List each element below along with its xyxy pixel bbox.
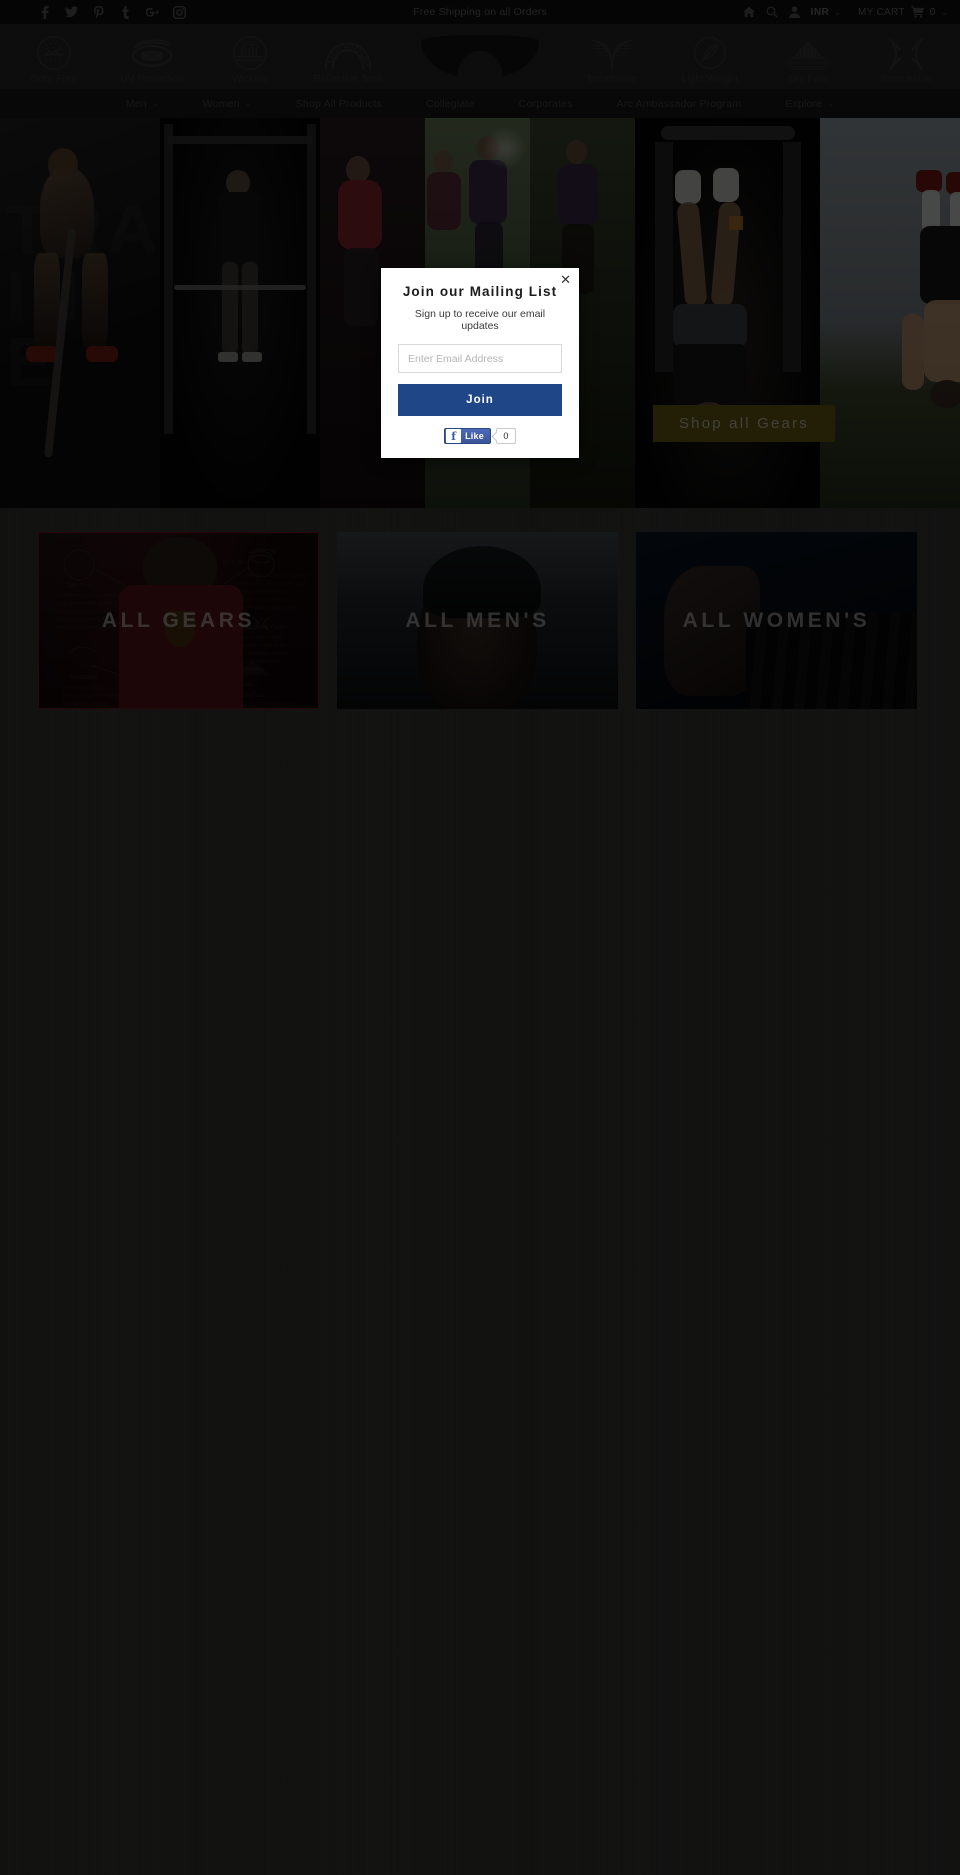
home-icon[interactable] (742, 6, 755, 18)
pinterest-icon[interactable] (92, 5, 105, 19)
feature-uv-protection[interactable]: UPF UV Protection (116, 31, 188, 85)
feature-label: Light Weight (681, 74, 739, 85)
odor-free-icon (36, 31, 72, 71)
cart-button[interactable]: MY CART 0 ⌄ (858, 6, 948, 18)
feature-breathable[interactable]: Breathable (576, 31, 648, 85)
nav-label: Shop All Products (295, 97, 382, 110)
feature-badges-right: Breathable Light Weight Dry Fast Stretch… (576, 31, 942, 85)
facebook-like-button[interactable]: f Like (444, 428, 491, 444)
dry-fast-icon (783, 31, 833, 71)
mailing-list-modal: ✕ Join our Mailing List Sign up to recei… (381, 268, 579, 458)
top-utility-bar: Free Shipping on all Orders INR ⌄ MY CAR… (0, 0, 960, 24)
category-card-all-mens[interactable]: ALL MEN'S (337, 532, 618, 709)
chevron-down-icon: ⌄ (827, 99, 835, 108)
hero-image-handstand (820, 118, 960, 508)
feature-wicking[interactable]: Wicking (214, 31, 286, 85)
twitter-icon[interactable] (65, 6, 78, 19)
top-utility-actions: INR ⌄ MY CART 0 ⌄ (742, 6, 948, 18)
nav-label: Corporates (518, 97, 573, 110)
feature-badges-left: Odor Free UPF UV Protection Wicking Refl… (18, 31, 384, 85)
google-plus-icon[interactable] (146, 6, 159, 19)
nav-item-women[interactable]: Women ⌄ (181, 98, 274, 110)
currency-selector[interactable]: INR ⌄ (811, 7, 841, 18)
facebook-like-count: 0 (495, 428, 516, 444)
nav-label: Men (125, 97, 147, 110)
currency-code: INR (810, 6, 830, 18)
chevron-down-icon: ⌄ (834, 7, 841, 17)
cart-count: 0 (929, 6, 936, 18)
breathable-icon (587, 31, 637, 71)
stretchable-icon (887, 31, 925, 71)
nav-item-arc-ambassador-program[interactable]: Arc Ambassador Program (595, 98, 764, 110)
category-card-all-womens[interactable]: ALL WOMEN'S (636, 532, 917, 709)
feature-reflective-tech[interactable]: Reflective Tech (312, 31, 384, 85)
feature-label: UV Protection (120, 74, 184, 85)
facebook-icon[interactable] (38, 5, 51, 19)
feature-stretchable[interactable]: Stretchable (870, 31, 942, 85)
close-icon[interactable]: ✕ (560, 274, 571, 287)
nav-item-corporates[interactable]: Corporates (497, 98, 595, 110)
uv-protection-icon: UPF (129, 31, 175, 71)
feature-badges-bar: Odor Free UPF UV Protection Wicking Refl… (0, 24, 960, 89)
tumblr-icon[interactable] (119, 5, 132, 19)
nav-item-men[interactable]: Men ⌄ (104, 98, 181, 110)
nav-label: Collegiate (425, 97, 475, 110)
feature-label: Stretchable (880, 74, 932, 85)
hero-image-squat-rack (160, 118, 320, 508)
chevron-down-icon: ⌄ (244, 99, 252, 108)
social-links (38, 5, 186, 19)
facebook-like-widget: f Like 0 (398, 428, 562, 444)
nav-label: Explore (785, 97, 823, 110)
facebook-like-label: Like (465, 431, 484, 441)
chevron-down-icon: ⌄ (151, 99, 159, 108)
feature-label: Wicking (232, 74, 268, 85)
reflective-tech-icon (323, 31, 373, 71)
category-title: ALL GEARS (101, 608, 256, 632)
modal-title: Join our Mailing List (402, 284, 558, 299)
feature-odor-free[interactable]: Odor Free (18, 31, 90, 85)
nav-item-collegiate[interactable]: Collegiate (404, 98, 497, 110)
logo-arc-shape (421, 35, 539, 79)
feature-light-weight[interactable]: Light Weight (674, 31, 746, 85)
hero-image-leg-press (635, 118, 820, 508)
instagram-icon[interactable] (173, 5, 186, 19)
category-title: ALL WOMEN'S (682, 608, 871, 632)
facebook-icon: f (446, 429, 462, 443)
category-banner-row: Odor Free UPF 30+ Stretchable Fabric Bre… (0, 508, 960, 709)
category-title: ALL MEN'S (405, 608, 550, 632)
main-navigation: Men ⌄ Women ⌄ Shop All Products Collegia… (0, 89, 960, 118)
cart-icon (910, 6, 924, 18)
nav-item-explore[interactable]: Explore ⌄ (763, 98, 856, 110)
wicking-icon (232, 31, 268, 71)
hero-image-battle-ropes: TRAINE (0, 118, 160, 508)
svg-text:UPF: UPF (147, 54, 158, 60)
shop-all-gears-button[interactable]: Shop all Gears (652, 405, 835, 442)
feature-label: Breathable (587, 74, 637, 85)
nav-item-shop-all-products[interactable]: Shop All Products (274, 98, 404, 110)
feature-label: Dry Fast (788, 74, 828, 85)
site-logo[interactable] (410, 33, 550, 85)
join-button[interactable]: Join (398, 384, 562, 416)
email-input[interactable] (398, 344, 562, 373)
search-icon[interactable] (766, 6, 778, 18)
cart-label: MY CART (857, 6, 905, 18)
light-weight-icon (692, 31, 728, 71)
cart-chevron-down-icon: ⌄ (941, 7, 948, 17)
category-card-all-gears[interactable]: Odor Free UPF 30+ Stretchable Fabric Bre… (38, 532, 319, 709)
feature-label: Reflective Tech (313, 74, 383, 85)
nav-label: Women (202, 97, 240, 110)
feature-label: Odor Free (30, 74, 78, 85)
feature-dry-fast[interactable]: Dry Fast (772, 31, 844, 85)
account-icon[interactable] (788, 6, 800, 18)
nav-label: Arc Ambassador Program (616, 97, 742, 110)
modal-subtitle: Sign up to receive our email updates (414, 308, 546, 332)
